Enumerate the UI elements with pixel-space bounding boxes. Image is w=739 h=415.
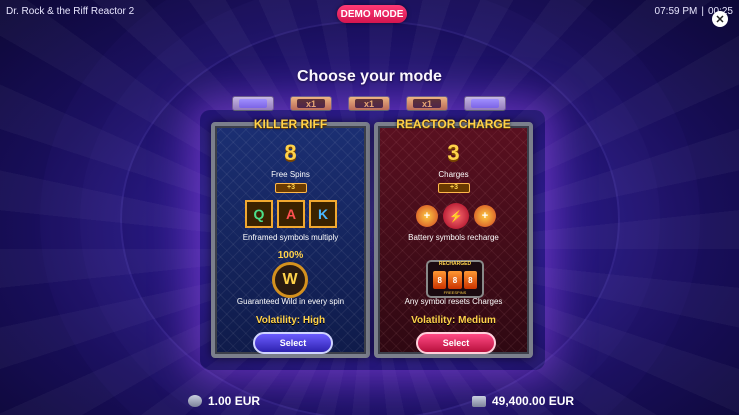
wild-icon: W <box>272 262 308 298</box>
free-spins-label: Free Spins <box>271 170 310 179</box>
volatility-medium: Volatility: Medium <box>411 315 496 326</box>
bolt-icon: + <box>416 205 438 227</box>
balance-value: 49,400.00 EUR <box>492 394 575 408</box>
charges-count: 3 <box>447 140 460 165</box>
select-killer-riff-button[interactable]: Select <box>253 332 333 354</box>
wallet-icon <box>472 395 486 407</box>
page-title: Choose your mode <box>297 68 442 85</box>
feature-enframed: Enframed symbols multiply <box>242 233 339 242</box>
clock-separator: | <box>701 5 704 17</box>
symbol-row: Q A K <box>245 200 339 230</box>
plus-connector: +3 <box>275 183 307 193</box>
mode-card-reactor-charge[interactable]: 3 Charges +3 + ⚡ + Battery symbols recha… <box>374 122 533 358</box>
game-title: Dr. Rock & the Riff Reactor 2 <box>6 5 135 17</box>
charges-label: Charges <box>438 170 469 179</box>
battery-bolt-icon: ⚡ <box>443 203 469 229</box>
battery-symbols: + ⚡ + <box>416 202 496 230</box>
bolt-icon: + <box>474 205 496 227</box>
plus-connector: +3 <box>438 183 470 193</box>
feature-reset: Any symbol resets Charges <box>404 297 503 306</box>
free-spins-count: 8 <box>284 140 297 165</box>
clock-time: 07:59 PM <box>654 5 698 17</box>
bottom-bar: 1.00 EUR 49,400.00 EUR <box>0 390 739 415</box>
battery-empty <box>464 96 506 111</box>
battery-empty <box>232 96 274 111</box>
demo-mode-badge: DEMO MODE <box>337 5 407 23</box>
mode-title-reactor-charge: REACTOR CHARGE <box>396 117 511 131</box>
battery-charged: x1 <box>348 96 390 111</box>
volatility-high: Volatility: High <box>255 315 326 326</box>
recharge-reel-icon: RECHARGED 888 FREESPINS <box>426 260 484 298</box>
symbol-a: A <box>277 200 305 228</box>
balance-display: 49,400.00 EUR <box>472 394 574 408</box>
battery-charged: x1 <box>290 96 332 111</box>
mode-title-killer-riff: KILLER RIFF <box>253 117 328 131</box>
mode-card-killer-riff[interactable]: 8 Free Spins +3 Q A K Enframed symbols m… <box>211 122 370 358</box>
coins-icon <box>188 395 202 407</box>
close-button[interactable]: ✕ <box>712 11 728 27</box>
wild-percentage: 100% <box>277 250 304 261</box>
symbol-q: Q <box>245 200 273 228</box>
feature-wild: Guaranteed Wild in every spin <box>236 297 345 306</box>
close-icon: ✕ <box>715 13 725 26</box>
bet-value: 1.00 EUR <box>208 394 261 408</box>
symbol-k: K <box>309 200 337 228</box>
select-reactor-charge-button[interactable]: Select <box>416 332 496 354</box>
bet-display[interactable]: 1.00 EUR <box>188 394 260 408</box>
battery-charged: x1 <box>406 96 448 111</box>
feature-recharge: Battery symbols recharge <box>408 233 499 242</box>
